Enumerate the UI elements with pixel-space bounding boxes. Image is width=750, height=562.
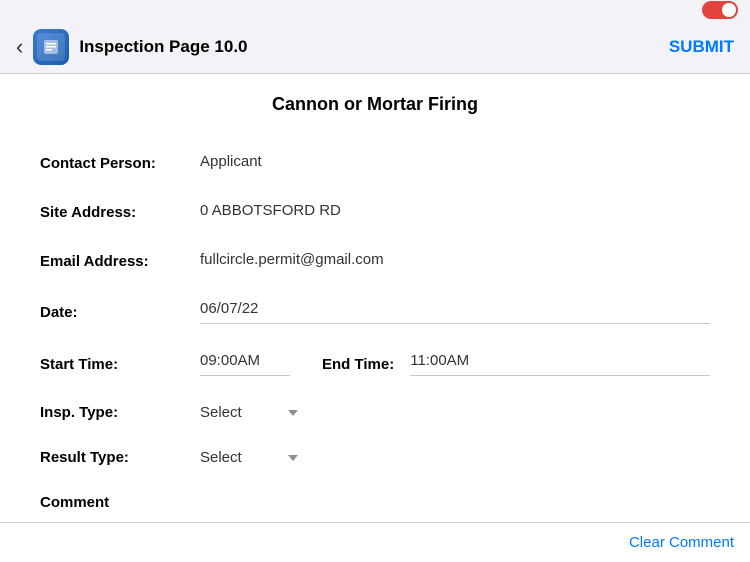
insp-type-select[interactable]: Select — [200, 404, 298, 421]
end-time-label: End Time: — [322, 356, 394, 373]
form-title: Cannon or Mortar Firing — [0, 94, 750, 115]
site-address-value: 0 ABBOTSFORD RD — [200, 202, 710, 223]
clear-comment-button[interactable]: Clear Comment — [629, 534, 734, 551]
contact-person-label: Contact Person: — [40, 153, 200, 172]
insp-type-label: Insp. Type: — [40, 404, 200, 421]
toggle-icon[interactable] — [702, 1, 738, 19]
time-row: Start Time: 09:00AM End Time: 11:00AM — [40, 338, 710, 390]
content-wrapper: Cannon or Mortar Firing Contact Person: … — [0, 74, 750, 562]
contact-person-value: Applicant — [200, 153, 710, 174]
result-type-select[interactable]: Select — [200, 449, 298, 466]
result-type-chevron-icon — [288, 455, 298, 461]
insp-type-chevron-icon — [288, 410, 298, 416]
bottom-bar: Clear Comment — [0, 522, 750, 562]
result-type-row: Result Type: Select — [40, 435, 710, 480]
date-label: Date: — [40, 304, 200, 321]
app-icon-inner — [37, 33, 65, 61]
form-content: Cannon or Mortar Firing Contact Person: … — [0, 74, 750, 531]
form-body: Contact Person: Applicant Site Address: … — [0, 139, 750, 511]
page-title: Inspection Page 10.0 — [79, 37, 247, 57]
date-value[interactable]: 06/07/22 — [200, 300, 710, 324]
start-time-value[interactable]: 09:00AM — [200, 352, 290, 376]
email-address-label: Email Address: — [40, 251, 200, 270]
date-row: Date: 06/07/22 — [40, 286, 710, 338]
header-left: ‹ Inspection Page 10.0 — [16, 29, 248, 65]
insp-type-value: Select — [200, 404, 280, 421]
email-address-value: fullcircle.permit@gmail.com — [200, 251, 710, 272]
app-icon — [33, 29, 69, 65]
comment-row: Comment — [40, 480, 710, 511]
toggle-knob — [722, 3, 736, 17]
email-address-row: Email Address: fullcircle.permit@gmail.c… — [40, 237, 710, 286]
result-type-label: Result Type: — [40, 449, 200, 466]
insp-type-row: Insp. Type: Select — [40, 390, 710, 435]
status-bar — [0, 0, 750, 20]
back-button[interactable]: ‹ — [16, 36, 23, 58]
result-type-value: Select — [200, 449, 280, 466]
comment-label: Comment — [40, 494, 200, 511]
site-address-row: Site Address: 0 ABBOTSFORD RD — [40, 188, 710, 237]
submit-button[interactable]: SUBMIT — [669, 37, 734, 57]
contact-person-row: Contact Person: Applicant — [40, 139, 710, 188]
end-time-value[interactable]: 11:00AM — [410, 352, 710, 376]
site-address-label: Site Address: — [40, 202, 200, 221]
start-time-label: Start Time: — [40, 356, 200, 373]
header: ‹ Inspection Page 10.0 SUBMIT — [0, 20, 750, 74]
